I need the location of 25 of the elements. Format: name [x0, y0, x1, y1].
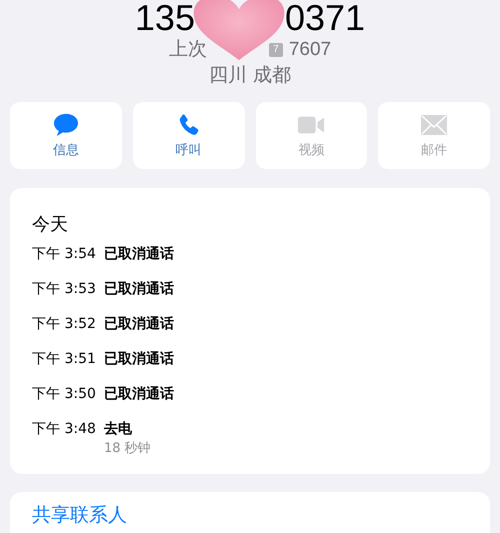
last-used-label: 上次: [168, 38, 207, 62]
call-time: 下午 3:51: [32, 350, 94, 369]
call-time: 下午 3:52: [32, 315, 94, 334]
call-duration: 18 秒钟: [104, 440, 152, 457]
call-status: 已取消通话: [104, 315, 174, 334]
message-button[interactable]: 信息: [10, 102, 122, 169]
call-button[interactable]: 呼叫: [132, 102, 244, 169]
phone-number: 135: [134, 0, 195, 36]
call-time: 下午 3:50: [32, 385, 94, 404]
day-heading: 今天: [32, 213, 69, 236]
sim-number: 7607: [288, 38, 332, 62]
envelope-icon: [420, 112, 448, 136]
location: 四川 成都: [208, 63, 292, 87]
call-status: 已取消通话: [104, 245, 174, 264]
sim-badge: 7: [268, 43, 283, 57]
call-time: 下午 3:53: [32, 280, 94, 299]
call-status: 已取消通话: [104, 385, 174, 404]
speech-bubble-icon: [52, 112, 80, 136]
share-contact-link[interactable]: 共享联系人: [32, 504, 127, 526]
call-time: 下午 3:54: [32, 245, 94, 264]
call-status: 已取消通话: [104, 280, 174, 299]
phone-number: 0371: [284, 0, 366, 36]
call-status: 已取消通话: [104, 350, 174, 369]
call-status: 去电: [104, 420, 132, 439]
call-time: 下午 3:48: [32, 420, 94, 439]
